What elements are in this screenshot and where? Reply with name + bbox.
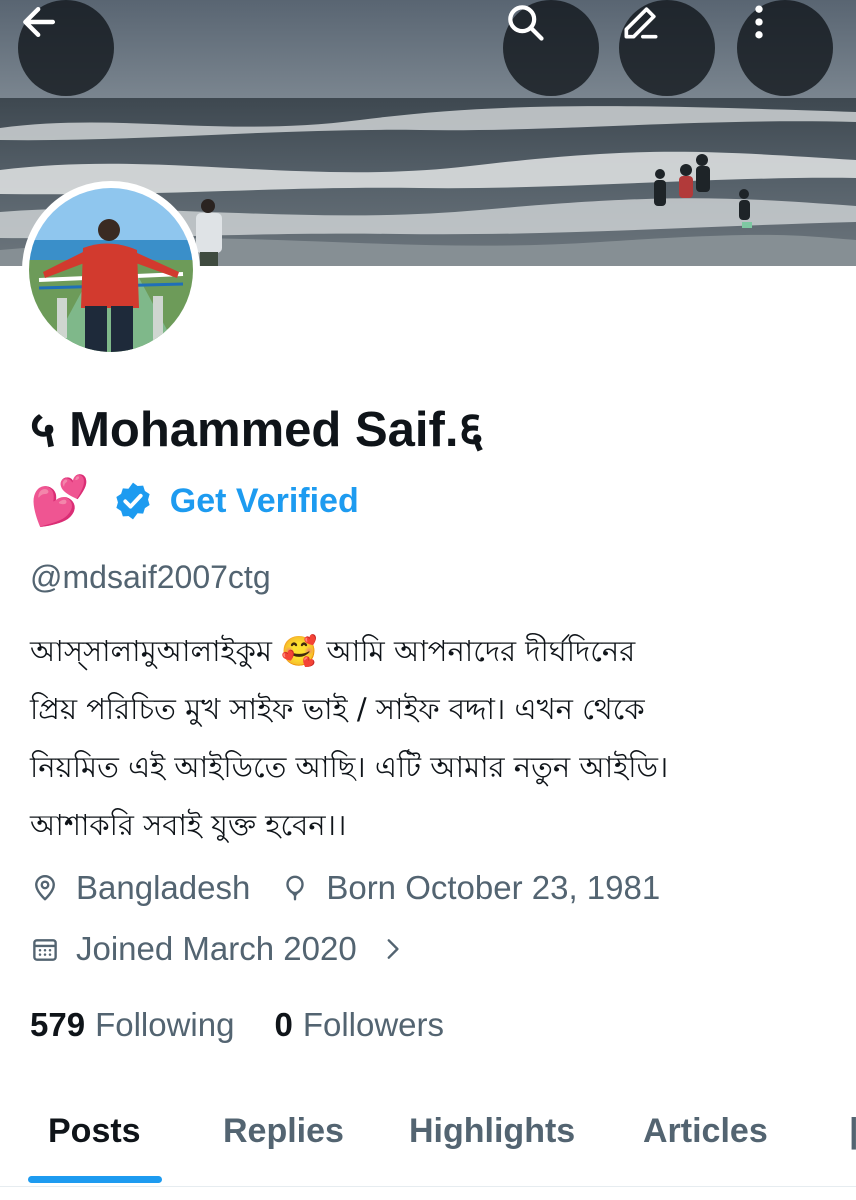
avatar[interactable] [22, 181, 200, 359]
location-pin-icon [35, 874, 55, 901]
tab-posts[interactable]: Posts [48, 1112, 141, 1151]
search-icon [508, 5, 544, 41]
user-handle: @mdsaif2007ctg [30, 559, 271, 595]
active-tab-indicator [28, 1176, 162, 1183]
display-name: ५ Mohammed Saif.६ [30, 403, 484, 457]
arrow-left-icon [23, 6, 56, 38]
verified-badge-icon[interactable] [112, 480, 154, 522]
follow-stats: 579 Following 0 Followers [30, 1000, 444, 1050]
following-label: Following [95, 1006, 235, 1043]
followers-count: 0 [274, 1006, 293, 1043]
balloon-icon [286, 875, 305, 901]
joined-text: Joined March 2020 [76, 930, 357, 967]
bio-line: আশাকরি সবাই যুক্ত হবেন।। [30, 808, 347, 842]
tab-overflow-partial[interactable]: | [849, 1112, 856, 1151]
two-hearts-emoji: 💕 [30, 473, 90, 529]
calendar-icon [33, 939, 57, 961]
profile-page: ५ Mohammed Saif.६ 💕 Get Verified @mdsaif… [0, 0, 856, 1200]
get-verified-link[interactable]: Get Verified [170, 482, 359, 521]
bio-line: আস্সালামুআলাইকুম 🥰 আমি আপনাদের দীর্ঘদিনে… [30, 634, 636, 668]
avatar-photo [29, 188, 193, 352]
edit-button[interactable] [619, 0, 715, 96]
profile-bio: আস্সালামুআলাইকুম 🥰 আমি আপনাদের দীর্ঘদিনে… [30, 622, 830, 854]
profile-tabs: Posts Replies Highlights Articles | [0, 1094, 856, 1200]
following-count: 579 [30, 1006, 86, 1043]
chevron-right-icon[interactable] [379, 936, 405, 962]
joined-item: Joined March 2020 [30, 930, 357, 968]
bio-line: নিয়মিত এই আইডিতে আছি। এটি আমার নতুন আইড… [30, 750, 669, 784]
tab-highlights[interactable]: Highlights [409, 1112, 575, 1151]
following-link[interactable]: 579 Following [30, 1006, 234, 1044]
joined-row[interactable]: Joined March 2020 [30, 923, 405, 975]
tabs-divider [0, 1186, 856, 1187]
followers-link[interactable]: 0 Followers [274, 1006, 444, 1044]
tab-articles[interactable]: Articles [643, 1112, 768, 1151]
tab-replies[interactable]: Replies [223, 1112, 344, 1151]
pencil-icon [624, 7, 658, 39]
more-vertical-icon [755, 5, 763, 39]
verification-row: 💕 Get Verified [30, 470, 359, 532]
profile-meta-row: Bangladesh Born October 23, 1981 [30, 862, 660, 914]
location-text: Bangladesh [76, 869, 251, 906]
back-button[interactable] [18, 0, 114, 96]
birthday-text: Born October 23, 1981 [326, 869, 661, 906]
followers-label: Followers [302, 1006, 445, 1043]
more-options-button[interactable] [737, 0, 833, 96]
search-button[interactable] [503, 0, 599, 96]
birthday-item: Born October 23, 1981 [280, 869, 660, 907]
location-item: Bangladesh [30, 869, 250, 907]
bio-line: প্রিয় পরিচিত মুখ সাইফ ভাই / সাইফ বদ্দা।… [30, 692, 645, 726]
